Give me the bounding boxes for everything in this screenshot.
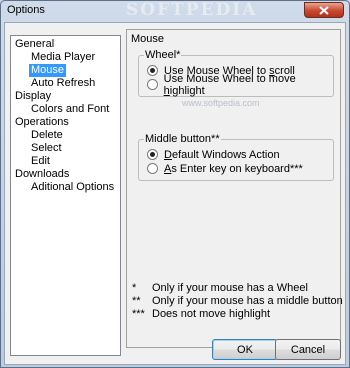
tree-item-mouse[interactable]: Mouse [29,64,67,77]
radio-button[interactable] [147,79,158,90]
radio-button[interactable] [147,65,158,76]
dialog-client: General Media Player Mouse Auto Refresh … [4,22,346,365]
wheel-group-label: Wheel* [144,49,182,61]
tree-item-delete[interactable]: Delete [29,129,65,142]
tree-item-select[interactable]: Select [29,142,64,155]
radio-button[interactable] [147,149,158,160]
wheel-group: Wheel* Use Mouse Wheel to scroll Use Mou… [138,49,334,97]
ok-button[interactable]: OK [212,339,278,360]
tree-item-aditional-options[interactable]: Aditional Options [29,181,116,194]
tree-item-auto-refresh[interactable]: Auto Refresh [29,77,97,90]
footnote-highlight: *** Does not move highlight [132,308,271,320]
wheel-option-highlight-label: Use Mouse Wheel to move highlight [163,72,296,97]
tree-item-display[interactable]: Display [13,90,53,103]
close-icon [319,5,329,15]
middle-option-enter-key-label: As Enter key on keyboard*** [164,162,303,175]
middle-option-default[interactable]: Default Windows Action [147,148,280,161]
title-bar[interactable]: Options SOFTPEDIA [1,0,349,20]
softpedia-watermark: SOFTPEDIA [126,0,258,20]
tree-item-operations[interactable]: Operations [13,116,71,129]
window-title: Options [7,4,45,16]
footnote-middle-button: ** Only if your mouse has a middle button [132,295,343,307]
tree-item-downloads[interactable]: Downloads [13,168,71,181]
cancel-button[interactable]: Cancel [275,339,341,360]
footnote-wheel: * Only if your mouse has a Wheel [132,282,308,294]
softpedia-url-watermark: www.softpedia.com [182,98,260,108]
tree-item-edit[interactable]: Edit [29,155,52,168]
mouse-settings-page: Mouse Wheel* Use Mouse Wheel to scroll U… [126,29,343,348]
options-window: Options SOFTPEDIA General Media Player M… [0,0,350,368]
tree-item-media-player[interactable]: Media Player [29,51,97,64]
close-button[interactable] [304,2,344,18]
page-title: Mouse [131,33,165,45]
radio-button[interactable] [147,163,158,174]
tree-item-colors-and-font[interactable]: Colors and Font [29,103,111,116]
middle-button-group: Middle button** Default Windows Action A… [138,133,334,181]
middle-option-enter-key[interactable]: As Enter key on keyboard*** [147,162,303,175]
tree-item-general[interactable]: General [13,38,56,51]
wheel-option-highlight[interactable]: Use Mouse Wheel to move highlight [147,73,333,97]
middle-button-group-label: Middle button** [144,133,221,145]
category-tree[interactable]: General Media Player Mouse Auto Refresh … [10,35,121,356]
middle-option-default-label: Default Windows Action [164,148,280,161]
